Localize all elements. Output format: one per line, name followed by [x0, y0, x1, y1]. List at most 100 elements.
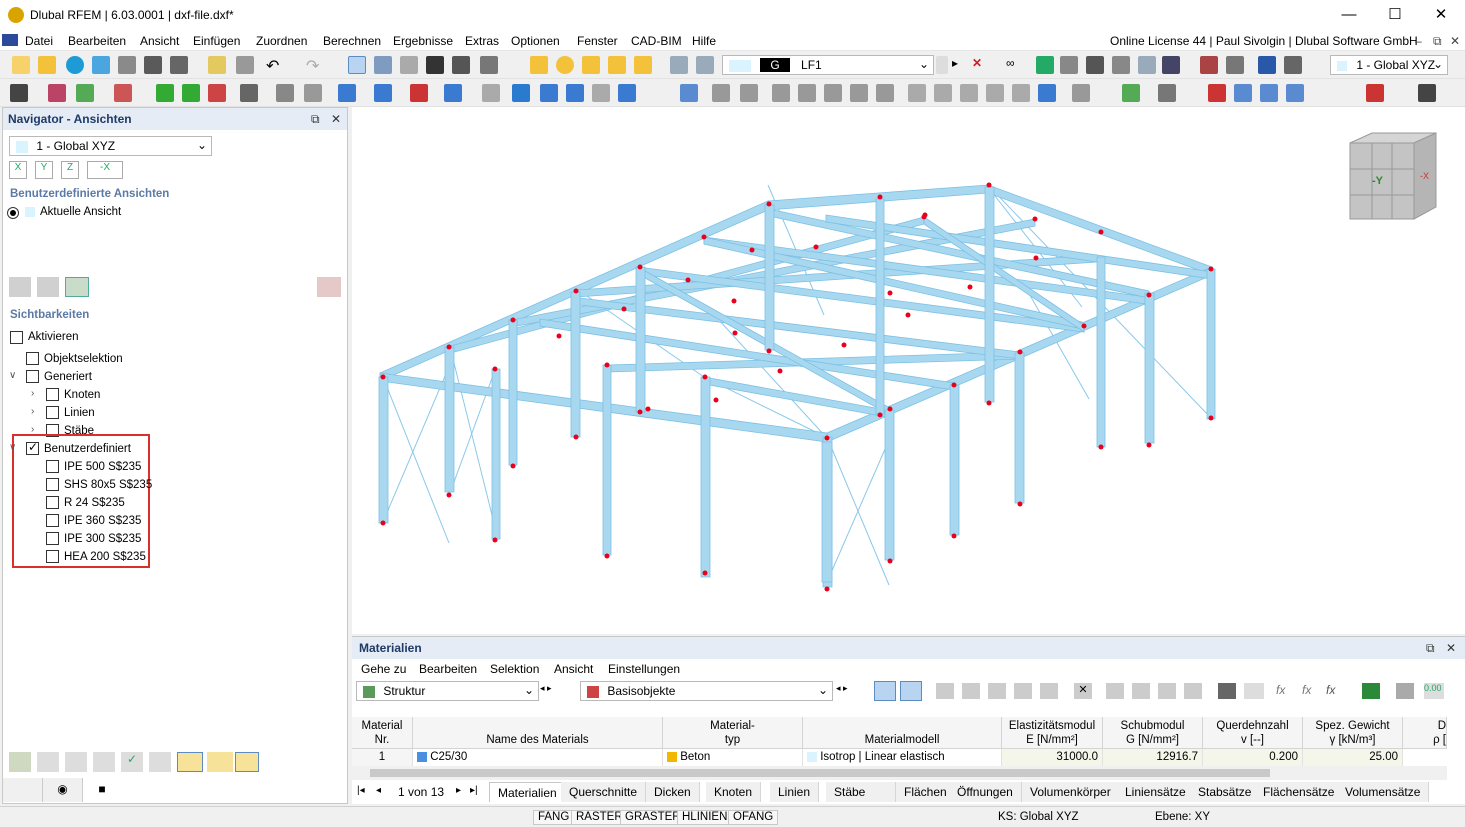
window-icon[interactable]: [400, 56, 418, 74]
cut-icon[interactable]: [1132, 683, 1150, 699]
wizard-icon[interactable]: [608, 56, 626, 74]
nodes-checkbox[interactable]: [46, 388, 59, 401]
visibility-mode3-icon[interactable]: [235, 752, 259, 772]
cell-type[interactable]: Beton: [663, 749, 803, 766]
print-preview-icon[interactable]: [118, 56, 136, 74]
loadcase-icon[interactable]: [556, 56, 574, 74]
arrow-icon[interactable]: [1200, 56, 1218, 74]
print-icon[interactable]: [1396, 683, 1414, 699]
materials-menu-ansicht[interactable]: Ansicht: [554, 662, 593, 676]
delete-select-icon[interactable]: [1208, 84, 1226, 102]
calculator-icon[interactable]: [480, 56, 498, 74]
arc-icon[interactable]: [772, 84, 790, 102]
graph-icon[interactable]: [1366, 84, 1384, 102]
display-icon[interactable]: [1258, 56, 1276, 74]
pin-icon[interactable]: ⧉: [1426, 641, 1435, 656]
nav-tab-camera-icon[interactable]: ■: [83, 778, 121, 802]
line-icon[interactable]: [48, 84, 66, 102]
basic-objects-select[interactable]: Basisobjekte ⌄: [580, 681, 833, 701]
menu-hilfe[interactable]: Hilfe: [692, 34, 716, 48]
visibility-mode2-icon[interactable]: [207, 752, 233, 772]
menu-extras[interactable]: Extras: [465, 34, 499, 48]
status-graster[interactable]: GRASTER: [620, 810, 686, 825]
table2-icon[interactable]: [962, 683, 980, 699]
tab-liniensaetze[interactable]: Liniensätze: [1117, 782, 1195, 802]
cell-e[interactable]: 31000.0: [1002, 749, 1103, 766]
measure-icon[interactable]: [1072, 84, 1090, 102]
chevron-down-icon[interactable]: ∨: [9, 442, 16, 453]
menu-ergebnisse[interactable]: Ergebnisse: [393, 34, 453, 48]
activate-checkbox[interactable]: [10, 331, 23, 344]
user-defined-checkbox[interactable]: [26, 440, 39, 455]
section-icon[interactable]: [1162, 56, 1180, 74]
tab-oeffnungen[interactable]: Öffnungen: [949, 782, 1022, 802]
menu-optionen[interactable]: Optionen: [511, 34, 560, 48]
loadcase-select[interactable]: G LF1 ⌄: [722, 55, 934, 75]
table5-icon[interactable]: [1040, 683, 1058, 699]
mdi-close-icon[interactable]: ✕: [1450, 34, 1460, 48]
prev-loadcase-icon[interactable]: [936, 56, 948, 74]
join-icon[interactable]: [740, 84, 758, 102]
combination-icon[interactable]: [582, 56, 600, 74]
export-icon[interactable]: [1158, 683, 1176, 699]
grid-view-icon[interactable]: [374, 56, 392, 74]
tab-flaechensaetze[interactable]: Flächensätze: [1255, 782, 1344, 802]
cell-model[interactable]: Isotrop | Linear elastisch: [803, 749, 1002, 766]
menu-ansicht[interactable]: Ansicht: [140, 34, 179, 48]
align5-icon[interactable]: [1012, 84, 1030, 102]
member-tool-icon[interactable]: [76, 84, 94, 102]
delete-results-icon[interactable]: ✕: [972, 56, 990, 74]
menu-zuordnen[interactable]: Zuordnen: [256, 34, 307, 48]
section-checkbox[interactable]: [46, 478, 59, 491]
table3-icon[interactable]: [988, 683, 1006, 699]
values-icon[interactable]: [1060, 56, 1078, 74]
import-icon[interactable]: [1106, 683, 1124, 699]
cell-g[interactable]: 12916.7: [1103, 749, 1203, 766]
project-icon[interactable]: [618, 84, 636, 102]
materials-menu-einstellungen[interactable]: Einstellungen: [608, 662, 680, 676]
maximize-button[interactable]: ☐: [1372, 0, 1418, 30]
camera-icon[interactable]: [37, 277, 59, 297]
filter-icon[interactable]: [680, 84, 698, 102]
camera-settings-icon[interactable]: [65, 277, 89, 297]
status-ofang[interactable]: OFANG: [728, 810, 779, 825]
result-display-icon[interactable]: [1036, 56, 1054, 74]
xxx2-icon[interactable]: [276, 84, 294, 102]
copy-icon[interactable]: [482, 84, 500, 102]
camera-delete-icon[interactable]: [317, 277, 341, 297]
menu-bearbeiten[interactable]: Bearbeiten: [68, 34, 126, 48]
table-icon[interactable]: [936, 683, 954, 699]
menu-cad-bim[interactable]: CAD-BIM: [631, 34, 682, 48]
undo-icon[interactable]: ↶: [266, 56, 284, 75]
app-menu-icon[interactable]: [2, 34, 18, 46]
print-icon[interactable]: [170, 56, 188, 74]
decimal-icon[interactable]: 0.00: [1424, 683, 1444, 699]
polyline-icon[interactable]: [114, 84, 132, 102]
navigator-view-select[interactable]: 1 - Global XYZ ⌄: [9, 136, 212, 156]
model-icon[interactable]: [92, 56, 110, 74]
align2-icon[interactable]: [934, 84, 952, 102]
table-icon[interactable]: [1122, 84, 1140, 102]
minimize-button[interactable]: —: [1326, 0, 1372, 30]
next-page-icon[interactable]: ▸: [456, 785, 461, 796]
scale-icon[interactable]: [566, 84, 584, 102]
cylinder-icon[interactable]: [824, 84, 842, 102]
sync-selection-icon[interactable]: [874, 681, 896, 701]
close-button[interactable]: ✕: [1418, 0, 1464, 30]
document-icon[interactable]: [236, 56, 254, 74]
menu-einfuegen[interactable]: Einfügen: [193, 34, 240, 48]
cell-v[interactable]: 0.200: [1203, 749, 1303, 766]
slash-icon[interactable]: [876, 84, 894, 102]
section-checkbox[interactable]: [46, 532, 59, 545]
prev-page-icon[interactable]: ◂: [376, 785, 381, 796]
report-icon[interactable]: [208, 56, 226, 74]
align6-icon[interactable]: [1038, 84, 1056, 102]
cell-nr[interactable]: 1: [352, 749, 413, 766]
support-icon[interactable]: [1086, 56, 1104, 74]
tool-icon[interactable]: [1158, 84, 1176, 102]
section-checkbox[interactable]: [46, 496, 59, 509]
camera-add-icon[interactable]: [9, 277, 31, 297]
new-icon[interactable]: [12, 56, 30, 74]
result-icon[interactable]: [670, 56, 688, 74]
nav-tab-eye-icon[interactable]: ◉: [43, 778, 83, 802]
